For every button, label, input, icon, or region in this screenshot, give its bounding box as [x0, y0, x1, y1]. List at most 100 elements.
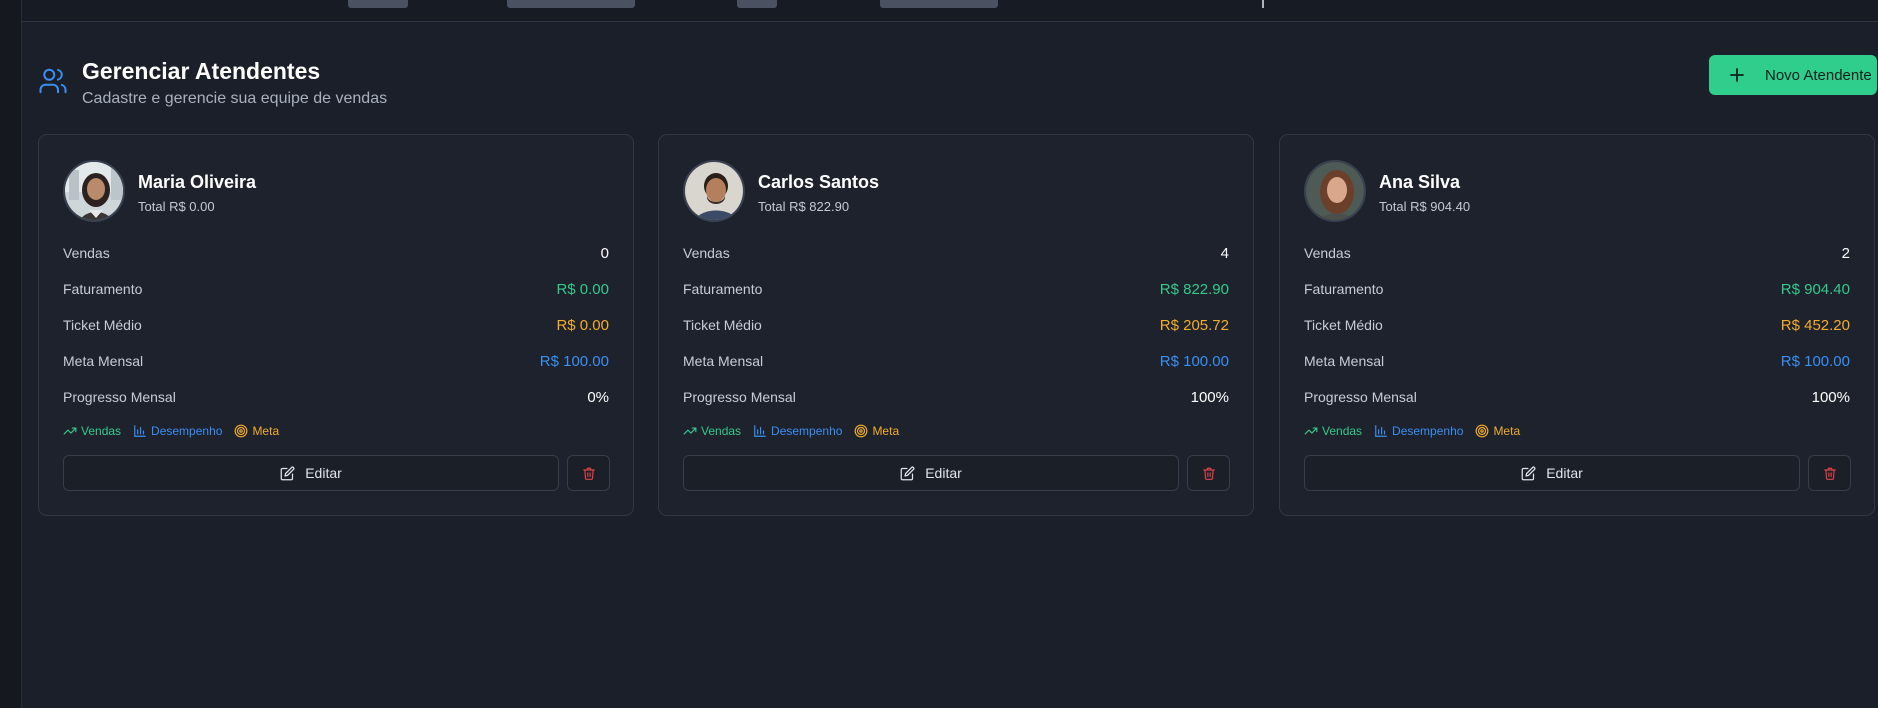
- edit-button[interactable]: Editar: [1304, 455, 1800, 491]
- edit-icon: [900, 466, 915, 480]
- stat-value: R$ 100.00: [1780, 352, 1850, 370]
- stat-value: 2: [1841, 244, 1850, 262]
- nav-fragment: [507, 0, 635, 8]
- tag-label: Meta: [1493, 424, 1521, 438]
- tag-meta[interactable]: Meta: [1475, 424, 1520, 438]
- tag-label: Meta: [252, 424, 280, 438]
- stat-row-faturamento: Faturamento R$ 822.90: [683, 279, 1229, 299]
- stat-row-progresso: Progresso Mensal 100%: [683, 387, 1229, 407]
- edit-icon: [280, 466, 295, 480]
- stat-row-vendas: Vendas 2: [1304, 243, 1850, 263]
- stat-label: Faturamento: [1304, 281, 1384, 297]
- stat-label: Faturamento: [683, 281, 763, 297]
- stat-value: 0: [600, 244, 609, 262]
- card-tags: Vendas Desempenho Meta: [683, 422, 911, 440]
- stat-label: Vendas: [1304, 245, 1351, 261]
- users-icon: [39, 68, 67, 94]
- stat-label: Progresso Mensal: [63, 389, 176, 405]
- new-attendant-label: Novo Atendente: [1765, 66, 1872, 84]
- tag-label: Desempenho: [1392, 424, 1464, 438]
- tag-label: Desempenho: [151, 424, 223, 438]
- delete-button[interactable]: [567, 455, 610, 491]
- stat-label: Ticket Médio: [683, 317, 762, 333]
- edit-button[interactable]: Editar: [683, 455, 1179, 491]
- tag-label: Vendas: [81, 424, 122, 438]
- stat-value: R$ 0.00: [556, 280, 609, 298]
- card-tags: Vendas Desempenho Meta: [63, 422, 291, 440]
- delete-button[interactable]: [1808, 455, 1851, 491]
- stat-label: Ticket Médio: [63, 317, 142, 333]
- tag-label: Desempenho: [771, 424, 843, 438]
- stat-value: R$ 0.00: [556, 316, 609, 334]
- attendant-name: Ana Silva: [1379, 172, 1461, 192]
- attendant-total: Total R$ 0.00: [138, 199, 215, 214]
- stat-value: R$ 100.00: [539, 352, 609, 370]
- stat-row-progresso: Progresso Mensal 0%: [63, 387, 609, 407]
- stat-row-ticket: Ticket Médio R$ 0.00: [63, 315, 609, 335]
- tag-desempenho[interactable]: Desempenho: [133, 424, 222, 438]
- edit-label: Editar: [925, 465, 962, 481]
- stat-value: R$ 822.90: [1159, 280, 1229, 298]
- stat-row-ticket: Ticket Médio R$ 205.72: [683, 315, 1229, 335]
- trending-up-icon: [63, 427, 77, 435]
- card-tags: Vendas Desempenho Meta: [1304, 422, 1532, 440]
- stat-row-meta: Meta Mensal R$ 100.00: [683, 351, 1229, 371]
- trash-icon: [1823, 467, 1836, 480]
- stat-value: R$ 452.20: [1780, 316, 1850, 334]
- tag-meta[interactable]: Meta: [854, 424, 899, 438]
- stat-label: Ticket Médio: [1304, 317, 1383, 333]
- nav-divider: [1262, 0, 1264, 8]
- bar-chart-icon: [134, 425, 146, 437]
- stat-value: R$ 100.00: [1159, 352, 1229, 370]
- plus-icon: [1730, 68, 1744, 82]
- target-icon: [235, 424, 248, 438]
- stat-value: 4: [1220, 244, 1229, 262]
- stat-row-faturamento: Faturamento R$ 0.00: [63, 279, 609, 299]
- stat-row-meta: Meta Mensal R$ 100.00: [63, 351, 609, 371]
- edit-button[interactable]: Editar: [63, 455, 559, 491]
- edit-label: Editar: [1546, 465, 1583, 481]
- trending-up-icon: [1304, 427, 1318, 435]
- tag-label: Meta: [872, 424, 900, 438]
- target-icon: [855, 424, 868, 438]
- tag-desempenho[interactable]: Desempenho: [753, 424, 842, 438]
- page-title: Gerenciar Atendentes: [82, 58, 321, 84]
- trending-up-icon: [683, 427, 697, 435]
- page-subtitle: Cadastre e gerencie sua equipe de vendas: [82, 90, 388, 107]
- bar-chart-icon: [1375, 425, 1387, 437]
- edit-label: Editar: [305, 465, 342, 481]
- stat-value: 100%: [1811, 388, 1850, 406]
- stat-label: Vendas: [63, 245, 110, 261]
- attendant-card: Maria Oliveira Total R$ 0.00 Vendas 0 Fa…: [38, 134, 634, 516]
- tag-vendas[interactable]: Vendas: [63, 424, 121, 438]
- attendant-total: Total R$ 904.40: [1379, 199, 1471, 214]
- bar-chart-icon: [754, 425, 766, 437]
- stat-row-vendas: Vendas 4: [683, 243, 1229, 263]
- stat-label: Vendas: [683, 245, 730, 261]
- nav-fragment: [737, 0, 777, 8]
- top-nav-bar: [22, 0, 1878, 22]
- attendant-card: Carlos Santos Total R$ 822.90 Vendas 4 F…: [658, 134, 1254, 516]
- stat-value: 0%: [587, 388, 609, 406]
- target-icon: [1476, 424, 1489, 438]
- delete-button[interactable]: [1187, 455, 1230, 491]
- attendant-name: Carlos Santos: [758, 172, 880, 192]
- stat-value: 100%: [1190, 388, 1229, 406]
- new-attendant-button[interactable]: Novo Atendente: [1709, 55, 1877, 95]
- tag-vendas[interactable]: Vendas: [683, 424, 741, 438]
- stat-row-vendas: Vendas 0: [63, 243, 609, 263]
- tag-label: Vendas: [1322, 424, 1363, 438]
- tag-desempenho[interactable]: Desempenho: [1374, 424, 1463, 438]
- tag-meta[interactable]: Meta: [234, 424, 279, 438]
- stat-label: Progresso Mensal: [683, 389, 796, 405]
- sidebar-edge: [0, 0, 22, 708]
- page-header: Gerenciar Atendentes Cadastre e gerencie…: [36, 56, 1878, 116]
- stat-row-faturamento: Faturamento R$ 904.40: [1304, 279, 1850, 299]
- tag-vendas[interactable]: Vendas: [1304, 424, 1362, 438]
- stat-label: Meta Mensal: [63, 353, 144, 369]
- stat-label: Meta Mensal: [1304, 353, 1385, 369]
- trash-icon: [582, 467, 595, 480]
- nav-fragment: [880, 0, 998, 8]
- stat-row-ticket: Ticket Médio R$ 452.20: [1304, 315, 1850, 335]
- avatar: [683, 160, 745, 222]
